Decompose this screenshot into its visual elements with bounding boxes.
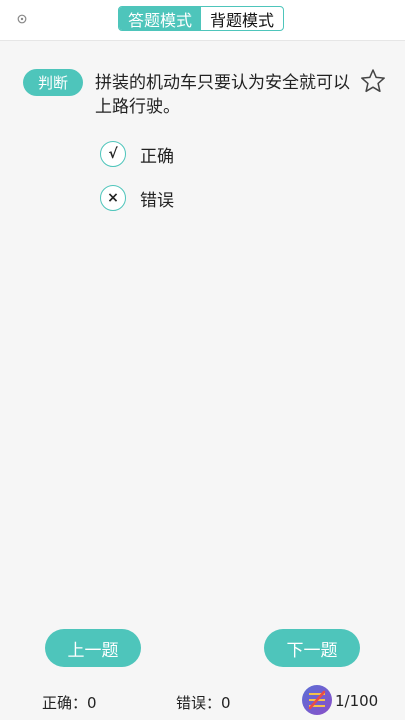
tab-recite-mode[interactable]: 背题模式	[201, 7, 283, 30]
footer-bar: 正确：0 错误：0 1/100	[0, 684, 405, 720]
option-false-label: 错误	[140, 190, 174, 211]
star-icon[interactable]	[360, 68, 386, 94]
mode-switch: 答题模式 背题模式	[118, 6, 284, 31]
cross-mark-icon: ×	[100, 185, 126, 211]
correct-count: 正确：0	[42, 694, 97, 712]
question-text: 拼装的机动车只要认为安全就可以上路行驶。	[95, 73, 350, 117]
wrong-count: 错误：0	[176, 694, 231, 712]
check-mark-icon: √	[100, 141, 126, 167]
option-false[interactable]: × 错误	[100, 185, 174, 211]
option-true-label: 正确	[140, 146, 174, 167]
question-progress: 1/100	[335, 692, 379, 710]
top-bar: 答题模式 背题模式	[0, 0, 405, 41]
question-type-badge: 判断	[23, 69, 83, 96]
prev-question-button[interactable]: 上一题	[45, 629, 141, 667]
option-true[interactable]: √ 正确	[100, 141, 174, 167]
answer-card-icon[interactable]	[301, 684, 333, 716]
tab-answer-mode[interactable]: 答题模式	[119, 7, 201, 30]
next-question-button[interactable]: 下一题	[264, 629, 360, 667]
back-icon[interactable]	[16, 13, 28, 25]
